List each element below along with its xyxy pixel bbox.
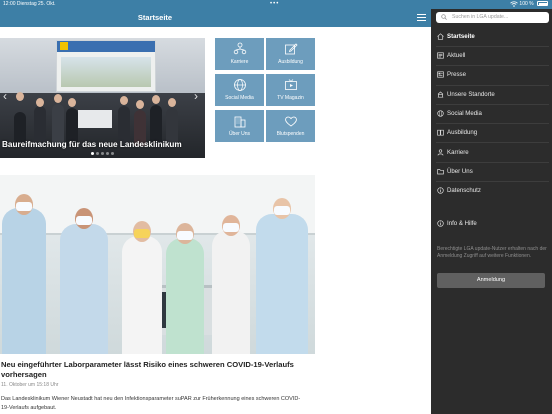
sidebar-item-startseite[interactable]: Startseite [431,28,552,47]
sidebar-item-label: Presse [447,71,466,78]
status-right: 100 % [510,0,548,9]
sidebar-item-label: Karriere [447,149,469,156]
sidebar-item-label: Startseite [447,33,475,40]
book-icon [437,129,444,136]
login-button[interactable]: Anmeldung [437,273,545,288]
folder-icon [437,169,444,175]
sidebar-item-label: Ausbildung [447,129,478,136]
sidebar-item-ausbildung[interactable]: Ausbildung [431,124,552,143]
tile-karriere[interactable]: Karriere [215,38,264,70]
pencil-square-icon [284,43,298,55]
sidebar-item-label: Info & Hilfe [447,220,477,227]
sidebar-item-presse[interactable]: Presse [431,66,552,85]
login-hint-text: Berechtigte LGA update-Nutzer erhalten n… [437,246,547,259]
article-date: 11. Oktober um 15:18 Uhr [1,382,59,388]
page-title: Startseite [137,13,173,22]
noe-logo-icon [60,42,68,50]
person-icon [437,149,444,156]
building-icon [234,116,245,128]
info-icon [437,187,444,194]
tile-tv-magazin[interactable]: TV Magazin [266,74,315,106]
location-icon [437,91,444,98]
article-image[interactable] [0,175,315,354]
main-header: Startseite [0,9,431,27]
sidebar-item-info-hilfe[interactable]: Info & Hilfe [431,215,552,234]
sidebar-item-label: Über Uns [447,168,473,175]
hero-billboard [56,40,156,92]
sidebar-item-ueber-uns[interactable]: Über Uns [431,163,552,182]
chevron-left-icon[interactable]: ‹ [3,90,11,102]
info-icon [437,220,444,227]
status-bar: 12:00 Dienstag 25. Okt. ••• 100 % [0,0,552,9]
chevron-right-icon[interactable]: › [194,90,202,102]
article-excerpt: Das Landesklinikum Wiener Neustadt hat n… [1,396,301,411]
news-icon [437,52,444,59]
tile-social-media[interactable]: Social Media [215,74,264,106]
hero-caption[interactable]: Baureifmachung für das neue Landesklinik… [2,140,182,149]
tile-label: Über Uns [228,131,251,137]
tile-label: Ausbildung [278,59,303,65]
wifi-icon [510,1,518,7]
sidebar-item-label: Aktuell [447,52,466,59]
heart-icon [284,116,297,127]
search-icon [441,14,447,20]
hero-slider[interactable]: ‹ › Baureifmachung für das neue Landeskl… [0,38,205,158]
search-placeholder: Suchen in LGA update... [452,14,509,20]
hero-sign [78,110,112,128]
article-title[interactable]: Neu eingeführter Laborparameter lässt Ri… [1,360,313,380]
sidebar-item-aktuell[interactable]: Aktuell [431,47,552,66]
sidebar-item-label: Unsere Standorte [447,91,495,98]
sidebar-item-datenschutz[interactable]: Datenschutz [431,182,552,201]
battery-icon [537,1,548,7]
status-time-date: 12:00 Dienstag 25. Okt. [3,1,56,7]
search-input[interactable]: Suchen in LGA update... [436,12,549,23]
slider-pagination[interactable] [0,152,205,155]
battery-percent: 100 % [519,1,534,7]
hamburger-menu-icon[interactable] [417,14,426,22]
multitasking-dots-icon[interactable]: ••• [270,0,279,9]
main-content[interactable]: ‹ › Baureifmachung für das neue Landeskl… [0,27,431,414]
tile-ueber-uns[interactable]: Über Uns [215,110,264,142]
globe-icon [437,110,444,117]
tv-icon [284,79,297,90]
tile-label: Karriere [230,59,249,65]
people-network-icon [233,42,246,55]
tile-label: Blutspenden [276,131,305,137]
sidebar-item-standorte[interactable]: Unsere Standorte [431,86,552,105]
sidebar-item-label: Social Media [447,110,482,117]
app-screen: 12:00 Dienstag 25. Okt. ••• 100 % Starts… [0,0,552,414]
sidebar-item-karriere[interactable]: Karriere [431,144,552,163]
press-icon [437,71,444,78]
sidebar-item-label: Datenschutz [447,187,481,194]
tile-label: Social Media [225,95,254,101]
sidebar-item-social-media[interactable]: Social Media [431,105,552,124]
sidebar: Suchen in LGA update... Startseite Aktue… [431,0,552,414]
home-icon [437,33,444,40]
globe-icon [233,79,246,91]
tile-blutspenden[interactable]: Blutspenden [266,110,315,142]
tile-label: TV Magazin [277,95,304,101]
tile-ausbildung[interactable]: Ausbildung [266,38,315,70]
